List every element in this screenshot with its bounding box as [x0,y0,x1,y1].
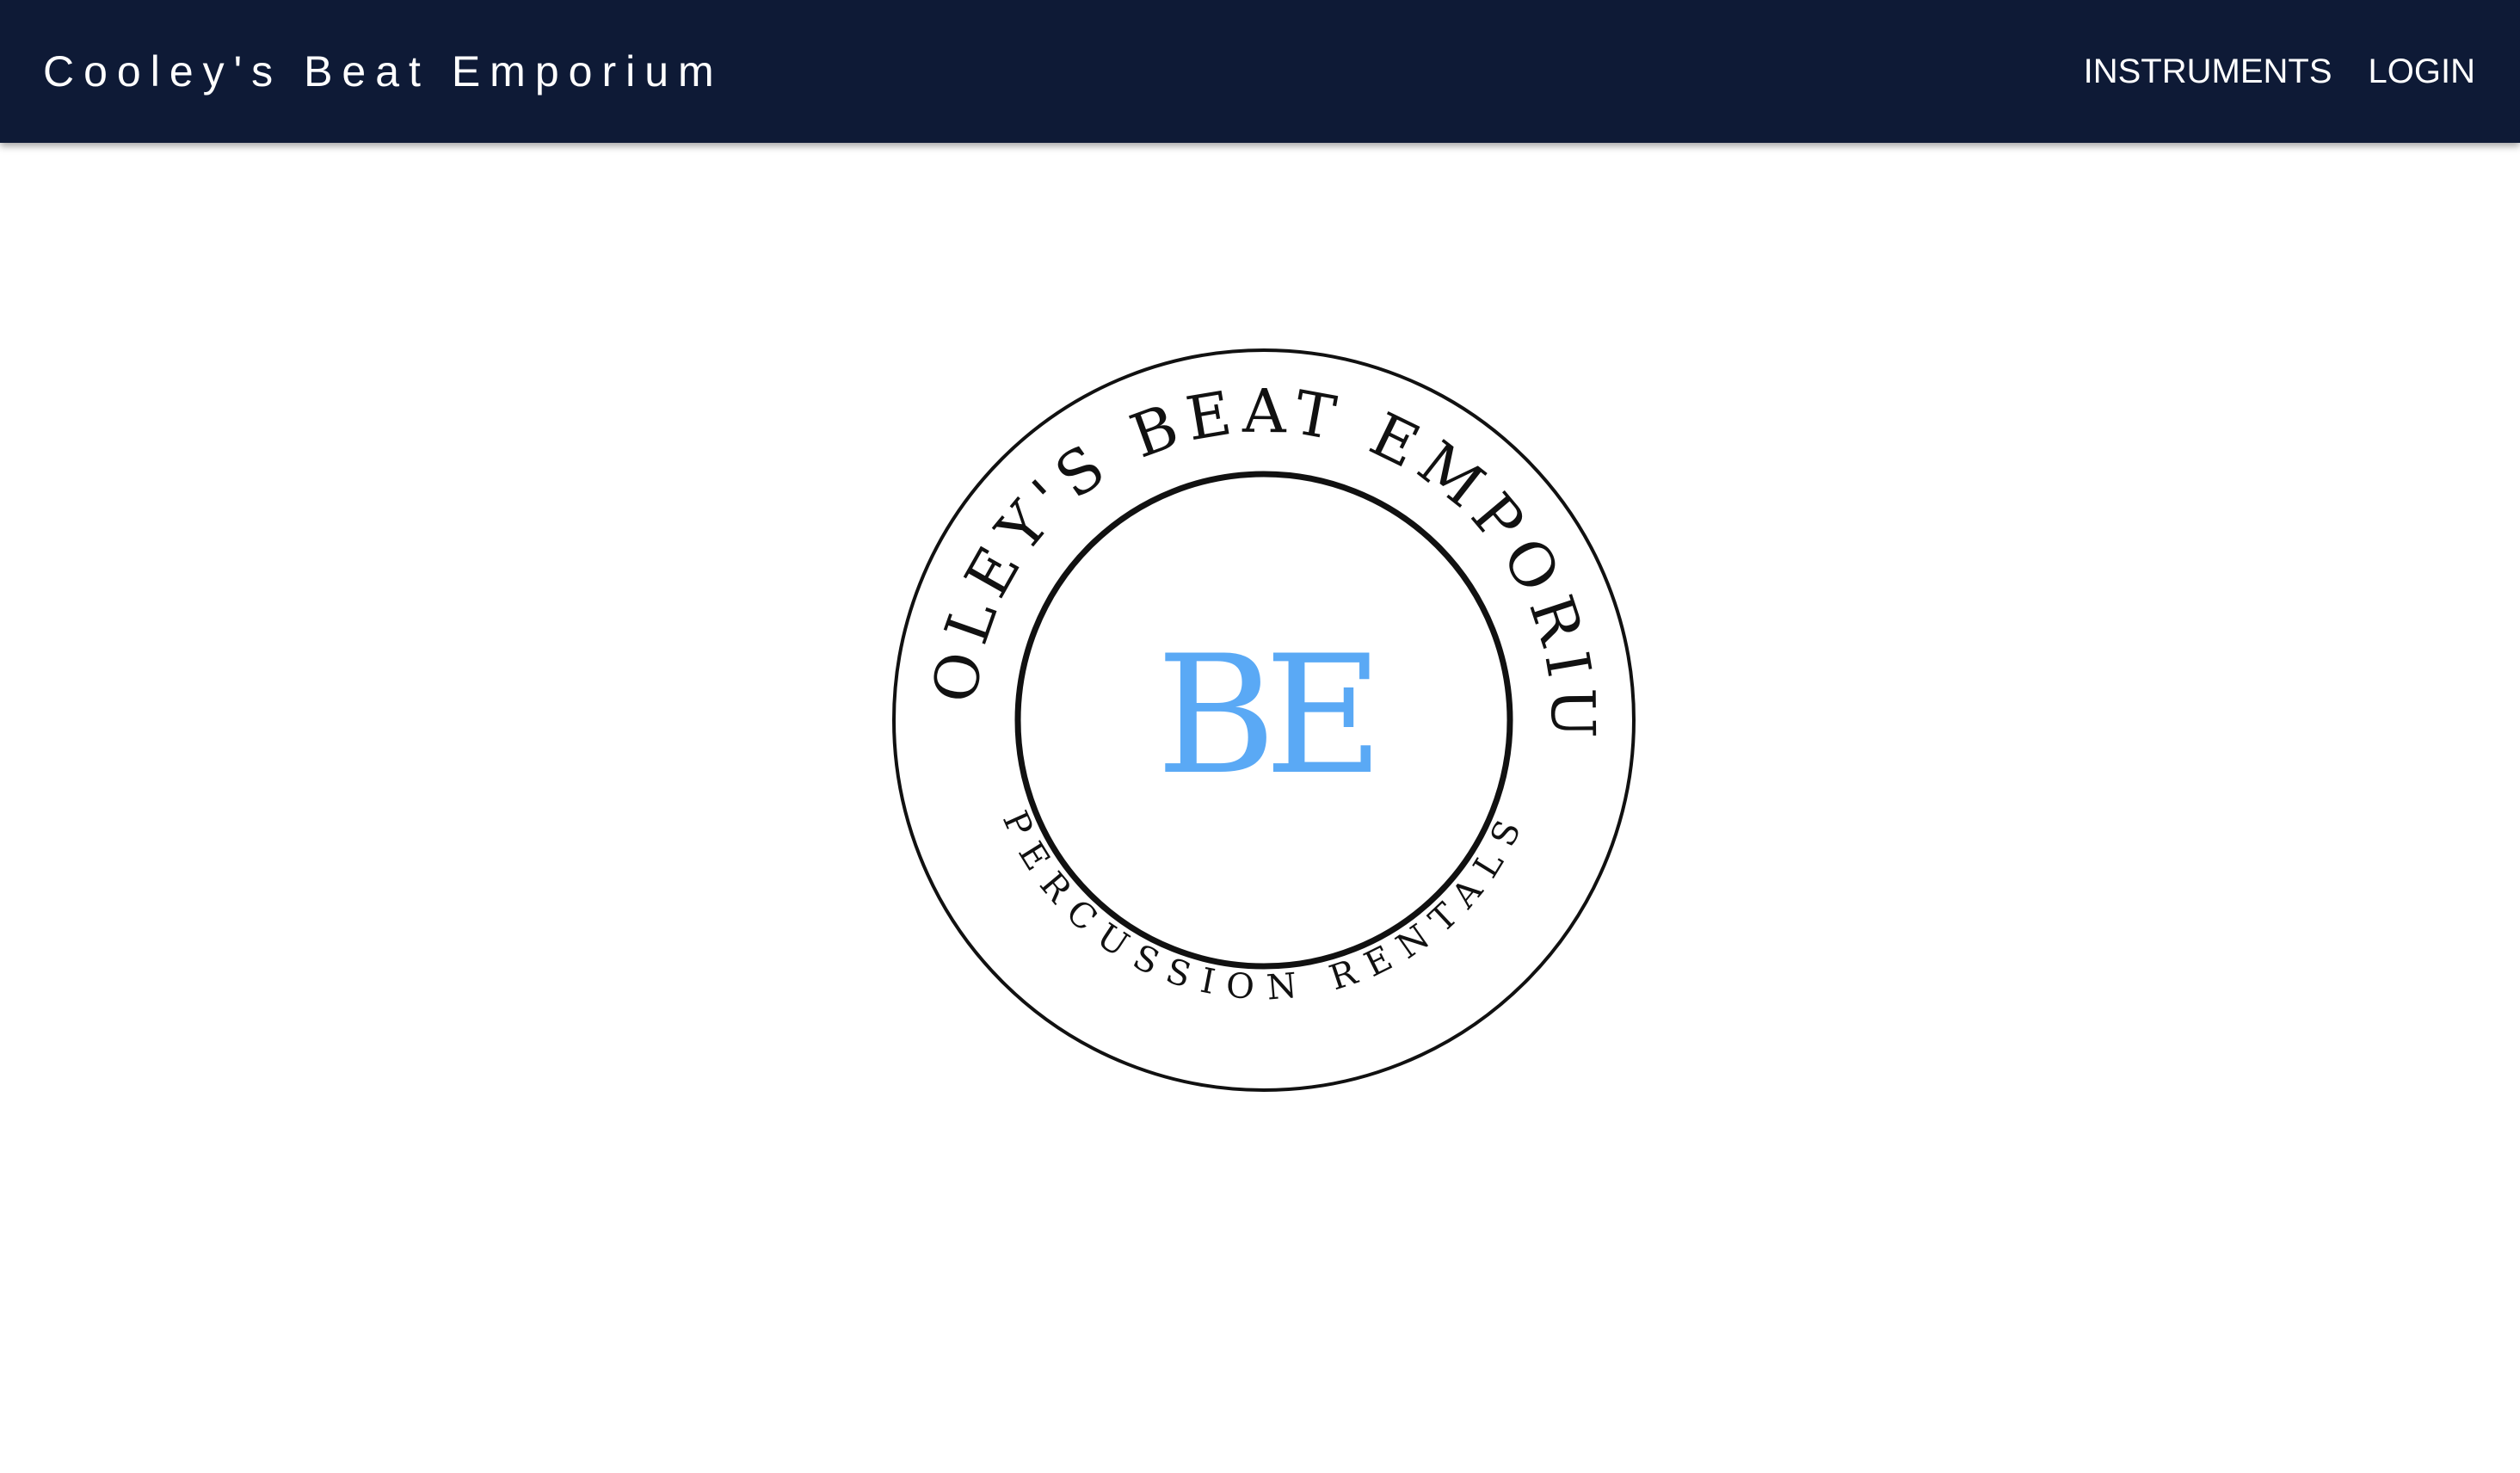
brand-link[interactable]: Cooley's Beat Emporium [43,46,724,96]
logo-svg: COOLEY'S BEAT EMPORIUM PERCUSSION RENTAL… [890,346,1636,1092]
nav-link-instruments[interactable]: INSTRUMENTS [2084,52,2332,91]
top-navbar: Cooley's Beat Emporium INSTRUMENTS LOGIN [0,0,2520,143]
logo-emblem: COOLEY'S BEAT EMPORIUM PERCUSSION RENTAL… [890,346,1638,1094]
nav-link-login[interactable]: LOGIN [2369,52,2475,91]
nav-links: INSTRUMENTS LOGIN [2084,52,2475,91]
monogram: BE [1156,620,1371,810]
ring-bottom-text: PERCUSSION RENTALS [995,805,1533,1008]
